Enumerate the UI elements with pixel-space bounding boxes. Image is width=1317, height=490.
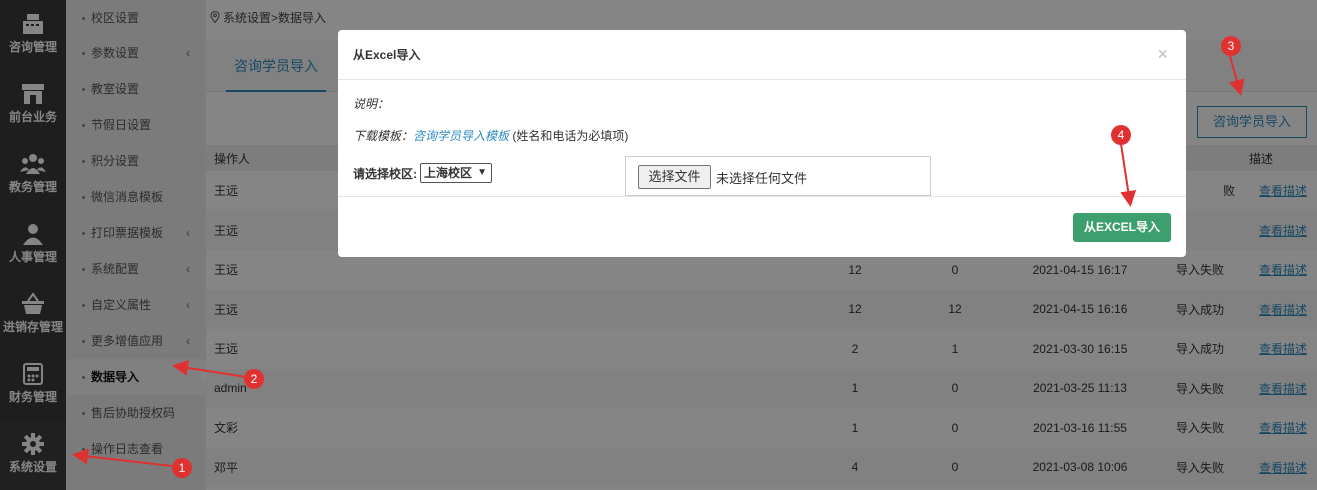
import-excel-button[interactable]: 从EXCEL导入 [1073,213,1171,242]
modal-title: 从Excel导入 [338,30,1186,80]
file-status: 未选择任何文件 [716,171,808,186]
campus-select-value: 上海校区 [424,166,473,180]
annotation-badge-4: 4 [1111,125,1131,145]
template-download-link[interactable]: 咨询学员导入模板 [413,129,509,143]
download-template-row: 下载模板：咨询学员导入模板 (姓名和电话为必填项) [353,127,628,144]
choose-file-button[interactable]: 选择文件 [638,165,711,189]
description-label: 说明： [353,97,390,111]
file-input: 选择文件 未选择任何文件 [625,156,931,196]
import-modal: 从Excel导入 × 说明： 下载模板：咨询学员导入模板 (姓名和电话为必填项)… [338,30,1186,257]
annotation-badge-2: 2 [244,369,264,389]
modal-body: 说明： 下载模板：咨询学员导入模板 (姓名和电话为必填项) 请选择校区: 上海校… [338,81,1186,197]
chevron-down-icon: ▼ [477,167,487,178]
campus-select[interactable]: 上海校区 ▼ [420,163,492,183]
annotation-badge-3: 3 [1221,36,1241,56]
campus-label: 请选择校区: [353,167,417,181]
download-label: 下载模板： [353,129,414,143]
close-icon[interactable]: × [1157,44,1168,65]
template-note: (姓名和电话为必填项) [512,129,629,143]
annotation-badge-1: 1 [172,458,192,478]
